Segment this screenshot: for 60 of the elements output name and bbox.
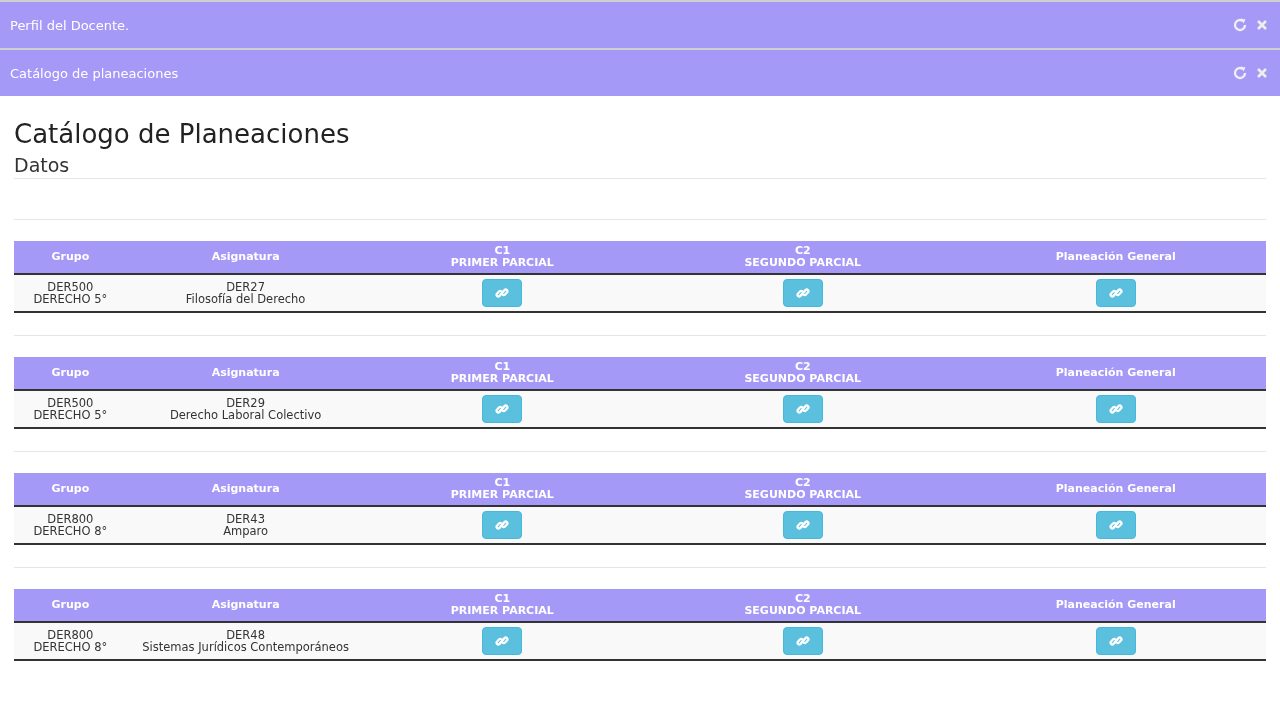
link-button[interactable] (782, 279, 823, 307)
link-button[interactable] (482, 627, 523, 655)
column-header: C2 SEGUNDO PARCIAL (743, 245, 863, 269)
link-button[interactable] (782, 395, 823, 423)
table-cell-text: DER800 DERECHO 8° (32, 513, 109, 537)
link-button[interactable] (1095, 511, 1136, 539)
column-header: Grupo (50, 251, 91, 263)
refresh-icon[interactable] (1232, 65, 1248, 81)
section-subheading: Datos (14, 152, 1266, 179)
panel-title: Perfil del Docente. (10, 17, 131, 33)
link-button[interactable] (782, 627, 823, 655)
column-header: Grupo (50, 483, 91, 495)
page-heading: Catálogo de Planeaciones (14, 118, 351, 151)
link-icon (1108, 286, 1123, 300)
link-button[interactable] (782, 511, 823, 539)
link-icon (495, 402, 510, 416)
table-cell-text: DER43 Amparo (222, 513, 270, 537)
table-cell-text: DER48 Sistemas Jurídicos Contemporáneos (141, 629, 350, 653)
column-header: Asignatura (210, 367, 281, 379)
column-header: Asignatura (210, 599, 281, 611)
column-header: Grupo (50, 599, 91, 611)
link-button[interactable] (1095, 395, 1136, 423)
column-header: Planeación General (1054, 251, 1177, 263)
column-header: C1 PRIMER PARCIAL (449, 593, 555, 617)
link-button[interactable] (482, 279, 523, 307)
column-header: Grupo (50, 367, 91, 379)
close-icon[interactable] (1256, 67, 1268, 79)
link-button[interactable] (482, 511, 523, 539)
column-header: C2 SEGUNDO PARCIAL (743, 593, 863, 617)
table-cell-text: DER800 DERECHO 8° (32, 629, 109, 653)
link-icon (495, 518, 510, 532)
link-icon (1108, 634, 1123, 648)
column-header: C2 SEGUNDO PARCIAL (743, 361, 863, 385)
table-cell-text: DER27 Filosofía del Derecho (184, 281, 307, 305)
column-header: Planeación General (1054, 599, 1177, 611)
column-header: C1 PRIMER PARCIAL (449, 245, 555, 269)
link-icon (795, 634, 810, 648)
table-cell-text: DER500 DERECHO 5° (32, 397, 109, 421)
link-icon (795, 518, 810, 532)
table-cell-text: DER500 DERECHO 5° (32, 281, 109, 305)
link-icon (495, 634, 510, 648)
column-header: Asignatura (210, 483, 281, 495)
refresh-icon[interactable] (1232, 17, 1248, 33)
link-icon (1108, 402, 1123, 416)
link-icon (795, 402, 810, 416)
column-header: Asignatura (210, 251, 281, 263)
link-icon (495, 286, 510, 300)
column-header: Planeación General (1054, 483, 1177, 495)
panel-title: Catálogo de planeaciones (10, 65, 180, 81)
link-button[interactable] (482, 395, 523, 423)
column-header: Planeación General (1054, 367, 1177, 379)
table-cell-text: DER29 Derecho Laboral Colectivo (168, 397, 323, 421)
close-icon[interactable] (1256, 19, 1268, 31)
column-header: C1 PRIMER PARCIAL (449, 477, 555, 501)
link-button[interactable] (1095, 279, 1136, 307)
link-button[interactable] (1095, 627, 1136, 655)
column-header: C2 SEGUNDO PARCIAL (743, 477, 863, 501)
column-header: C1 PRIMER PARCIAL (449, 361, 555, 385)
link-icon (795, 286, 810, 300)
link-icon (1108, 518, 1123, 532)
